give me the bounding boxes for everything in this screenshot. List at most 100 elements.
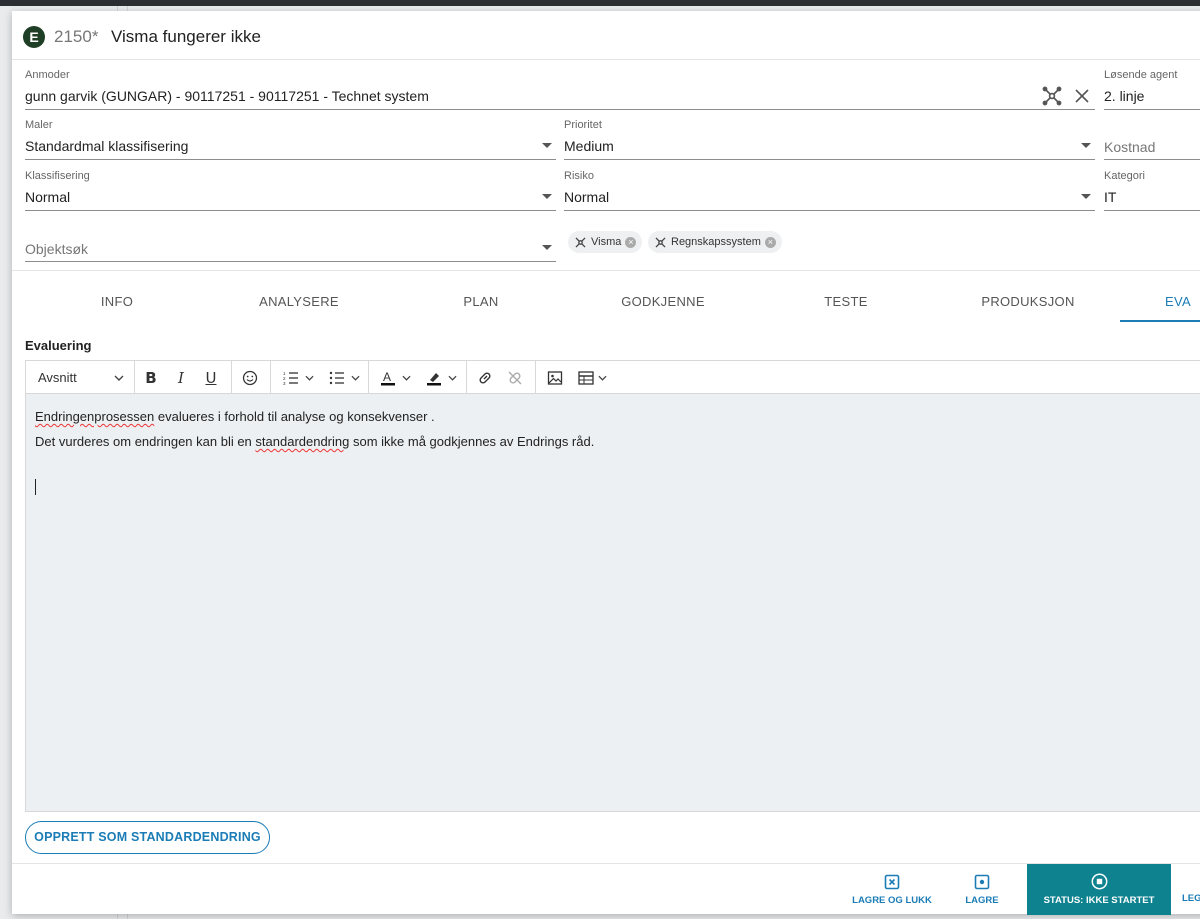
paragraph-style-label: Avsnitt: [38, 370, 77, 385]
text-cursor: [35, 479, 36, 495]
paragraph-text: Det vurderes om endringen kan bli en: [35, 434, 256, 449]
template-select[interactable]: Maler Standardmal klassifisering: [25, 119, 556, 160]
unlink-icon[interactable]: [502, 361, 528, 394]
status-button[interactable]: STATUS: IKKE STARTET: [1027, 864, 1171, 915]
priority-label: Prioritet: [564, 119, 602, 131]
chevron-down-icon[interactable]: [542, 194, 552, 199]
ticket-title[interactable]: Visma fungerer ikke: [111, 27, 261, 47]
save-button[interactable]: LAGRE: [957, 864, 1007, 915]
editor-paragraph: Endringenprosessen evalueres i forhold t…: [35, 404, 1200, 429]
remove-chip-icon[interactable]: ×: [764, 236, 776, 248]
editor-content[interactable]: Endringenprosessen evalueres i forhold t…: [26, 394, 1200, 811]
type-badge: E: [23, 26, 45, 48]
change-dialog: E 2150* Visma fungerer ikke Anmoder gunn…: [12, 11, 1200, 915]
image-icon[interactable]: [542, 361, 568, 394]
rich-text-editor[interactable]: Avsnitt B I U 123 A Endringenprosessen e…: [25, 360, 1200, 812]
toolbar-divider: [270, 361, 271, 394]
object-chip[interactable]: Visma ×: [568, 231, 643, 253]
agent-field[interactable]: Løsende agent 2. linje: [1104, 69, 1200, 110]
chevron-down-icon: [114, 375, 124, 381]
save-close-icon: [884, 874, 900, 889]
bullet-list-icon[interactable]: [324, 361, 364, 394]
priority-value: Medium: [564, 138, 614, 154]
tab-plan[interactable]: PLAN: [436, 294, 526, 309]
highlight-icon[interactable]: [421, 361, 461, 394]
tab-godkjenne[interactable]: GODKJENNE: [608, 294, 718, 309]
category-field[interactable]: Kategori IT: [1104, 170, 1200, 211]
bold-icon[interactable]: B: [138, 361, 164, 394]
editor-toolbar: Avsnitt B I U 123 A: [26, 361, 1200, 394]
cost-placeholder: Kostnad: [1104, 139, 1156, 155]
italic-icon[interactable]: I: [168, 361, 194, 394]
tab-evaluering[interactable]: EVA: [1165, 294, 1200, 309]
link-icon[interactable]: [472, 361, 498, 394]
stop-circle-icon: [1091, 873, 1107, 890]
paragraph-style-select[interactable]: Avsnitt: [28, 361, 132, 394]
paragraph-text: som ikke må godkjennes av Endrings råd.: [349, 434, 595, 449]
object-chip[interactable]: Regnskapssystem ×: [648, 231, 782, 253]
network-icon[interactable]: [1041, 85, 1063, 107]
cut-off-button[interactable]: LEG: [1182, 864, 1200, 915]
tab-analysere[interactable]: ANALYSERE: [244, 294, 354, 309]
save-label: LAGRE: [965, 894, 999, 906]
editor-paragraph: Det vurderes om endringen kan bli en sta…: [35, 429, 1200, 454]
svg-text:3: 3: [283, 381, 286, 385]
agent-value[interactable]: 2. linje: [1104, 88, 1144, 104]
tab-teste[interactable]: TESTE: [801, 294, 891, 309]
network-icon: [575, 236, 586, 248]
misspelled-word[interactable]: Endringenprosessen: [35, 409, 154, 424]
requester-field[interactable]: Anmoder gunn garvik (GUNGAR) - 90117251 …: [25, 69, 1095, 110]
tab-produksjon[interactable]: PRODUKSJON: [973, 294, 1083, 309]
clear-icon[interactable]: [1071, 85, 1093, 107]
requester-value[interactable]: gunn garvik (GUNGAR) - 90117251 - 901172…: [25, 88, 429, 104]
numbered-list-icon[interactable]: 123: [278, 361, 318, 394]
paragraph-text: evalueres i forhold til analyse og konse…: [154, 409, 435, 424]
toolbar-divider: [535, 361, 536, 394]
chevron-down-icon[interactable]: [542, 245, 552, 250]
svg-text:A: A: [383, 370, 391, 384]
emoji-icon[interactable]: [237, 361, 263, 394]
risk-select[interactable]: Risiko Normal: [564, 170, 1095, 211]
priority-select[interactable]: Prioritet Medium: [564, 119, 1095, 160]
divider: [12, 270, 1200, 271]
category-value: IT: [1104, 189, 1117, 205]
underline-icon[interactable]: U: [198, 361, 224, 394]
template-value: Standardmal klassifisering: [25, 138, 189, 154]
classification-label: Klassifisering: [25, 170, 90, 182]
chevron-down-icon[interactable]: [1081, 143, 1091, 148]
chevron-down-icon[interactable]: [542, 143, 552, 148]
cut-off-label: LEG: [1182, 892, 1200, 904]
object-search-placeholder: Objektsøk: [25, 241, 89, 257]
text-color-icon[interactable]: A: [375, 361, 415, 394]
misspelled-word[interactable]: standardendring: [255, 434, 349, 449]
section-title: Evaluering: [25, 338, 92, 353]
template-label: Maler: [25, 119, 53, 131]
network-icon: [655, 236, 666, 248]
object-search-input[interactable]: Objektsøk: [25, 221, 556, 262]
save-icon: [974, 874, 990, 889]
table-icon[interactable]: [574, 361, 610, 394]
tab-info[interactable]: INFO: [72, 294, 162, 309]
toolbar-divider: [368, 361, 369, 394]
chevron-down-icon[interactable]: [1081, 194, 1091, 199]
classification-value: Normal: [25, 189, 71, 205]
toolbar-divider: [134, 361, 135, 394]
chip-label: Visma: [591, 236, 622, 248]
category-label: Kategori: [1104, 170, 1145, 182]
status-label: STATUS: IKKE STARTET: [1043, 895, 1155, 906]
dialog-footer: LAGRE OG LUKK LAGRE STATUS: IKKE STARTET…: [12, 863, 1200, 915]
toolbar-divider: [466, 361, 467, 394]
save-and-close-label: LAGRE OG LUKK: [852, 894, 932, 906]
risk-value: Normal: [564, 189, 610, 205]
save-and-close-button[interactable]: LAGRE OG LUKK: [847, 864, 937, 915]
dialog-header: E 2150* Visma fungerer ikke: [12, 11, 1200, 60]
cost-input[interactable]: Kostnad: [1104, 119, 1200, 160]
active-tab-indicator: [1120, 320, 1200, 322]
remove-chip-icon[interactable]: ×: [625, 236, 637, 248]
chip-label: Regnskapssystem: [671, 236, 761, 248]
agent-label: Løsende agent: [1104, 69, 1178, 81]
create-standard-change-button[interactable]: OPPRETT SOM STANDARDENDRING: [25, 821, 270, 854]
ticket-number: 2150*: [54, 27, 99, 46]
classification-select[interactable]: Klassifisering Normal: [25, 170, 556, 211]
requester-label: Anmoder: [25, 69, 70, 81]
